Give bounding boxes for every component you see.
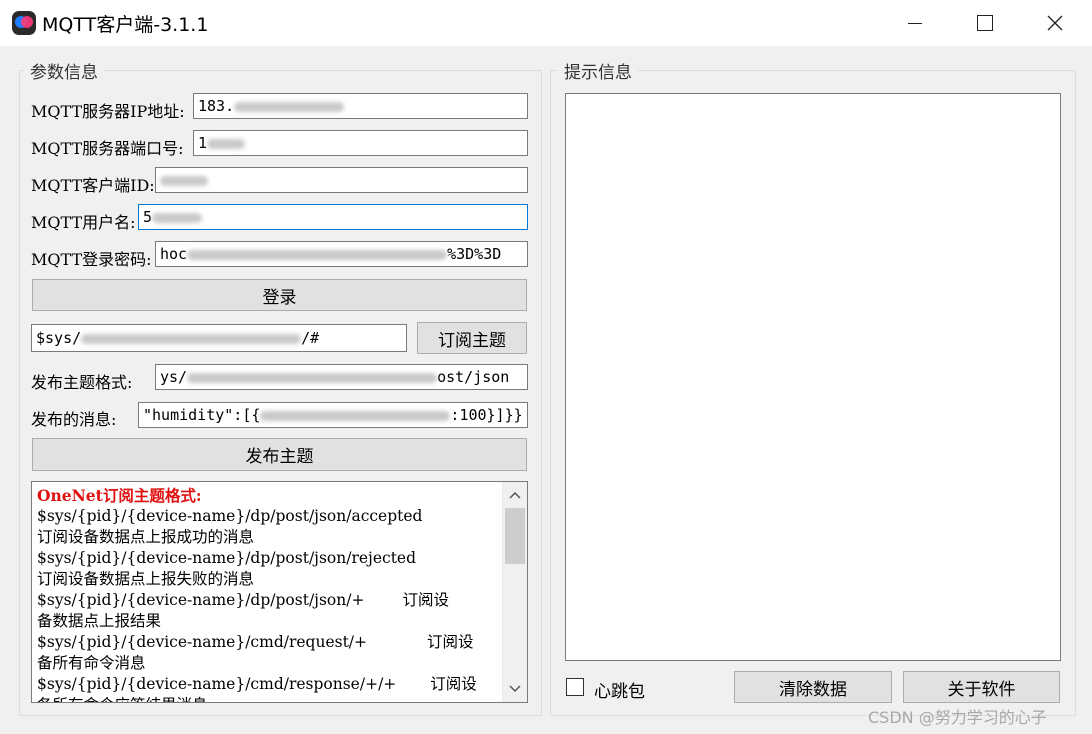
help-line: $sys/{pid}/{device-name}/dp/post/json/ac… (37, 507, 423, 525)
publish-format-tail: ost/json (437, 368, 510, 386)
close-icon (1047, 15, 1063, 31)
help-line-topic: $sys/{pid}/{device-name}/cmd/response/+/… (37, 675, 397, 693)
maximize-button[interactable] (950, 0, 1020, 46)
help-scrollbar[interactable] (502, 482, 527, 702)
subscribe-topic-input[interactable]: $sys/ /# (31, 324, 407, 352)
username-input[interactable]: 5 (138, 204, 528, 230)
publish-message-label: 发布的消息: (31, 410, 117, 429)
port-value: 1 (198, 134, 208, 152)
publish-format-label: 发布主题格式: (31, 373, 133, 392)
chevron-down-icon[interactable] (503, 678, 527, 700)
publish-format-input[interactable]: ys/ost/json (155, 364, 528, 390)
maximize-icon (977, 15, 993, 31)
help-line-suffix: 订阅设 (430, 675, 477, 693)
client-id-input[interactable] (155, 167, 528, 193)
publish-button[interactable]: 发布主题 (32, 438, 527, 471)
app-icon (12, 11, 36, 35)
clear-data-button[interactable]: 清除数据 (734, 671, 892, 703)
heartbeat-label: 心跳包 (594, 682, 645, 702)
password-label: MQTT登录密码: (31, 250, 152, 269)
username-label: MQTT用户名: (31, 213, 136, 232)
help-line-suffix: 订阅设 (427, 633, 474, 651)
help-line: $sys/{pid}/{device-name}/cmd/response/+/… (37, 674, 497, 695)
window-title: MQTT客户端-3.1.1 (42, 14, 209, 36)
help-line-topic: $sys/{pid}/{device-name}/cmd/request/+ (37, 633, 368, 651)
port-label: MQTT服务器端口号: (31, 139, 184, 158)
username-value: 5 (143, 208, 153, 226)
watermark: CSDN @努力学习的心子 (868, 708, 1047, 727)
help-line: 各所有命令应答结果消息 (37, 695, 497, 702)
subscribe-topic-tail: /# (301, 329, 320, 347)
close-button[interactable] (1020, 0, 1090, 46)
hints-group-title: 提示信息 (558, 58, 638, 83)
help-line: 备所有命令消息 (37, 654, 146, 672)
chevron-up-icon[interactable] (503, 484, 527, 506)
help-line-suffix: 订阅设 (402, 591, 449, 609)
port-input[interactable]: 1 (193, 130, 528, 156)
publish-message-input[interactable]: "humidity":[{ :100}]}} (138, 402, 528, 428)
help-textarea[interactable]: OneNet订阅主题格式: $sys/{pid}/{device-name}/d… (31, 481, 528, 703)
minimize-button[interactable] (880, 0, 950, 46)
scrollbar-thumb[interactable] (505, 508, 525, 564)
ip-label: MQTT服务器IP地址: (31, 102, 185, 121)
help-heading: OneNet订阅主题格式: (37, 486, 202, 505)
minimize-icon (908, 22, 922, 24)
subscribe-button[interactable]: 订阅主题 (417, 322, 527, 354)
heartbeat-checkbox[interactable] (566, 678, 584, 696)
password-input[interactable]: hoc %3D%3D (155, 241, 528, 267)
hint-log-area[interactable] (565, 93, 1061, 661)
title-bar: MQTT客户端-3.1.1 (0, 0, 1092, 46)
help-line-topic: $sys/{pid}/{device-name}/dp/post/json/+ (37, 591, 365, 609)
help-line: $sys/{pid}/{device-name}/dp/post/json/re… (37, 549, 417, 567)
help-line: $sys/{pid}/{device-name}/cmd/request/+ 订阅… (37, 632, 497, 653)
ip-input[interactable]: 183. (193, 93, 528, 119)
client-id-label: MQTT客户端ID: (31, 176, 155, 195)
ip-value: 183. (198, 97, 235, 115)
password-tail: %3D%3D (447, 245, 502, 263)
help-text: OneNet订阅主题格式: $sys/{pid}/{device-name}/d… (37, 485, 497, 702)
publish-format-value: ys/ (160, 368, 188, 386)
help-line: 订阅设备数据点上报成功的消息 (37, 528, 255, 546)
params-group-title: 参数信息 (24, 58, 104, 83)
publish-message-value: "humidity":[{ (143, 406, 261, 424)
password-value: hoc (160, 245, 188, 263)
about-button[interactable]: 关于软件 (903, 671, 1060, 703)
help-line: 备数据点上报结果 (37, 612, 162, 630)
publish-message-tail: :100}]}} (450, 406, 523, 424)
subscribe-topic-value: $sys/ (36, 329, 82, 347)
help-line: 订阅设备数据点上报失败的消息 (37, 570, 255, 588)
help-line: $sys/{pid}/{device-name}/dp/post/json/+ 订… (37, 590, 497, 611)
login-button[interactable]: 登录 (32, 279, 527, 311)
